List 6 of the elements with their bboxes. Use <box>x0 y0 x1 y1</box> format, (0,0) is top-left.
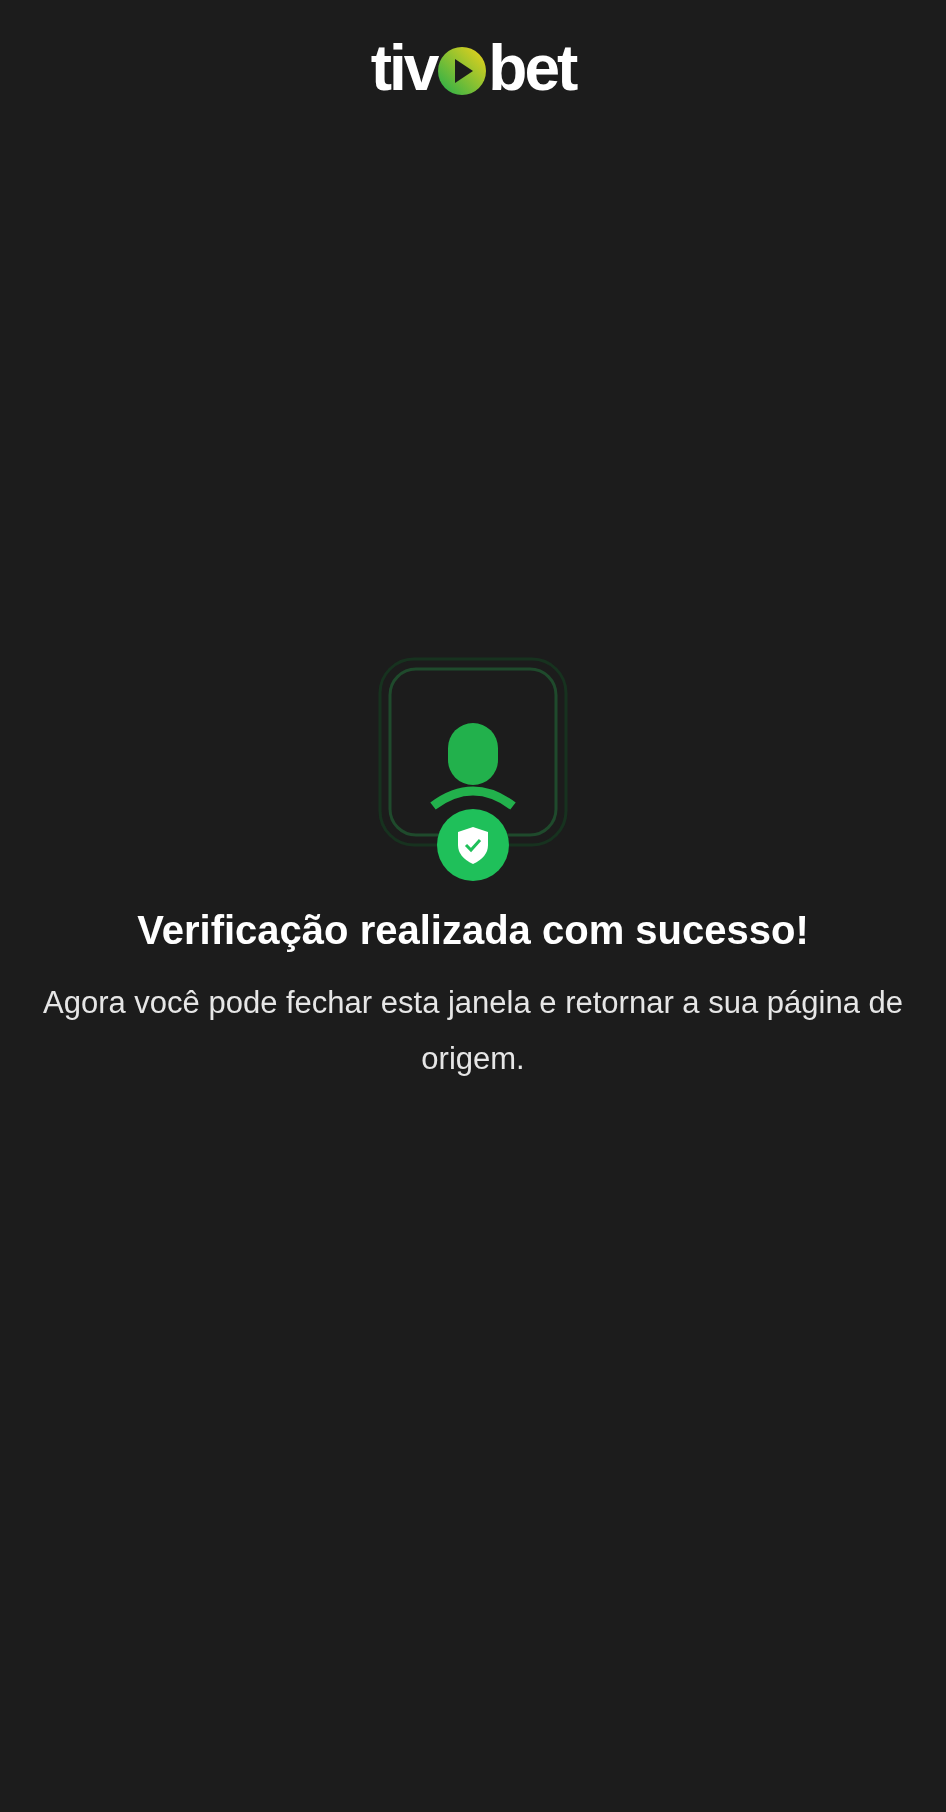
play-icon <box>437 46 488 96</box>
logo-text: bet <box>488 36 576 100</box>
success-message: Agora você pode fechar esta janela e retornar a sua página de origem. <box>43 984 903 1078</box>
logo-text: tiv <box>370 36 437 100</box>
success-title: Verificação realizada com sucesso! <box>137 907 809 954</box>
verified-user-icon <box>378 657 568 883</box>
